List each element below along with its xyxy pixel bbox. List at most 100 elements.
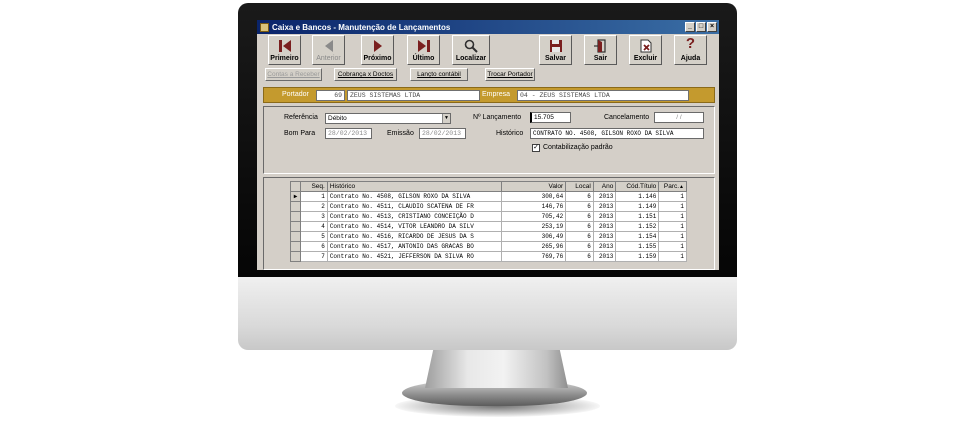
row-indicator-header xyxy=(289,181,302,192)
column-header-cod-titulo[interactable]: Cód.Título xyxy=(615,181,660,192)
cell-parc: 1 xyxy=(658,251,687,262)
lancto-contabil-button[interactable]: Lançto contábil xyxy=(410,68,468,81)
skip-last-icon xyxy=(417,40,430,52)
cell-historico: Contrato No. 4508, GILSON ROXO DA SILVA xyxy=(326,191,502,202)
delete-button[interactable]: Excluir xyxy=(629,35,662,65)
exit-button[interactable]: Sair xyxy=(584,35,617,65)
cell-local: 6 xyxy=(565,251,594,262)
emissao-field[interactable]: 28/02/2013 xyxy=(419,128,466,139)
cell-cod-titulo: 1.155 xyxy=(615,241,660,252)
first-button[interactable]: Primeiro xyxy=(268,35,301,65)
entries-grid-panel: Seq. Histórico Valor Local Ano Cód.Títul… xyxy=(263,177,715,270)
cell-cod-titulo: 1.146 xyxy=(615,191,660,202)
cell-parc: 1 xyxy=(658,191,687,202)
cell-ano: 2013 xyxy=(592,191,617,202)
entries-table[interactable]: Seq. Histórico Valor Local Ano Cód.Títul… xyxy=(289,181,687,262)
find-button-label: Localizar xyxy=(455,55,487,62)
cell-local: 6 xyxy=(565,211,594,222)
cell-valor: 265,96 xyxy=(500,241,567,252)
portador-label: Portador xyxy=(282,91,309,98)
bom-para-field[interactable]: 28/02/2013 xyxy=(325,128,372,139)
column-header-valor[interactable]: Valor xyxy=(500,181,567,192)
row-indicator xyxy=(289,201,302,212)
floppy-disk-icon xyxy=(549,40,562,52)
table-row[interactable]: 5 Contrato No. 4516, RICARDO DE JESUS DA… xyxy=(289,231,687,242)
table-row[interactable]: 7 Contrato No. 4521, JEFFERSON DA SILVA … xyxy=(289,251,687,262)
close-button[interactable]: × xyxy=(707,22,717,32)
cell-cod-titulo: 1.151 xyxy=(615,211,660,222)
cobranca-doctos-button[interactable]: Cobrança x Doctos xyxy=(334,68,397,81)
row-indicator xyxy=(289,221,302,232)
column-header-seq[interactable]: Seq. xyxy=(300,181,328,192)
cell-parc: 1 xyxy=(658,211,687,222)
last-button[interactable]: Último xyxy=(407,35,440,65)
next-button-label: Próximo xyxy=(363,55,392,62)
referencia-select[interactable]: Débito ▼ xyxy=(325,113,451,124)
cell-ano: 2013 xyxy=(592,231,617,242)
monitor-chin xyxy=(238,270,737,350)
cell-historico: Contrato No. 4521, JEFFERSON DA SILVA RO xyxy=(326,251,502,262)
cell-ano: 2013 xyxy=(592,221,617,232)
column-header-parc[interactable]: Parc.▲ xyxy=(658,181,687,192)
maximize-button[interactable]: □ xyxy=(696,22,706,32)
arrow-right-icon xyxy=(373,40,382,52)
window-title: Caixa e Bancos - Manutenção de Lançament… xyxy=(272,22,451,32)
minimize-button[interactable]: _ xyxy=(685,22,695,32)
cell-seq: 7 xyxy=(300,251,328,262)
cell-valor: 300,64 xyxy=(500,191,567,202)
cell-ano: 2013 xyxy=(592,211,617,222)
table-row[interactable]: ▶ 1 Contrato No. 4508, GILSON ROXO DA SI… xyxy=(289,191,687,202)
row-indicator xyxy=(289,241,302,252)
referencia-label: Referência xyxy=(284,114,318,121)
row-indicator xyxy=(289,251,302,262)
lancamento-field[interactable]: 15.705 xyxy=(530,112,571,123)
cell-valor: 769,76 xyxy=(500,251,567,262)
cell-seq: 4 xyxy=(300,221,328,232)
action-links-row: Contas a Receber Cobrança x Doctos Lançt… xyxy=(257,67,719,83)
first-button-label: Primeiro xyxy=(270,55,299,62)
cell-seq: 3 xyxy=(300,211,328,222)
save-button[interactable]: Salvar xyxy=(539,35,572,65)
find-button[interactable]: Localizar xyxy=(452,35,490,65)
contas-receber-button[interactable]: Contas a Receber xyxy=(265,68,322,81)
portador-code-field[interactable]: 69 xyxy=(316,90,345,101)
cell-parc: 1 xyxy=(658,221,687,232)
column-header-ano[interactable]: Ano xyxy=(592,181,617,192)
contabilizacao-checkbox[interactable]: ✓ xyxy=(532,144,540,152)
table-row[interactable]: 6 Contrato No. 4517, ANTONIO DAS GRACAS … xyxy=(289,241,687,252)
sort-ascending-icon: ▲ xyxy=(679,184,684,190)
column-header-local[interactable]: Local xyxy=(565,181,594,192)
cell-local: 6 xyxy=(565,231,594,242)
cell-seq: 5 xyxy=(300,231,328,242)
launch-form-panel: Referência Débito ▼ Nº Lançamento 15.705… xyxy=(263,106,715,174)
help-button[interactable]: ? Ajuda xyxy=(674,35,707,65)
referencia-value: Débito xyxy=(328,115,347,122)
historico-label: Histórico xyxy=(496,130,524,137)
cell-historico: Contrato No. 4511, CLAUDIO SCATENA DE FR xyxy=(326,201,502,212)
cancelamento-label: Cancelamento xyxy=(604,114,650,121)
table-row[interactable]: 3 Contrato No. 4513, CRISTIANO CONCEIÇÃO… xyxy=(289,211,687,222)
cell-historico: Contrato No. 4516, RICARDO DE JESUS DA S xyxy=(326,231,502,242)
row-indicator: ▶ xyxy=(289,191,302,202)
cell-cod-titulo: 1.152 xyxy=(615,221,660,232)
chevron-down-icon[interactable]: ▼ xyxy=(442,114,450,123)
cell-valor: 705,42 xyxy=(500,211,567,222)
historico-field[interactable]: CONTRATO NO. 4508, GILSON ROXO DA SILVA xyxy=(530,128,704,139)
cell-parc: 1 xyxy=(658,241,687,252)
previous-button[interactable]: Anterior xyxy=(312,35,345,65)
table-row[interactable]: 4 Contrato No. 4514, VITOR LEANDRO DA SI… xyxy=(289,221,687,232)
app-window: Caixa e Bancos - Manutenção de Lançament… xyxy=(257,20,719,270)
empresa-field[interactable]: 04 - ZEUS SISTEMAS LTDA xyxy=(517,90,689,101)
table-row[interactable]: 2 Contrato No. 4511, CLAUDIO SCATENA DE … xyxy=(289,201,687,212)
previous-button-label: Anterior xyxy=(316,55,341,62)
next-button[interactable]: Próximo xyxy=(361,35,394,65)
window-titlebar[interactable]: Caixa e Bancos - Manutenção de Lançament… xyxy=(257,20,719,34)
cell-cod-titulo: 1.159 xyxy=(615,251,660,262)
portador-name-field[interactable]: ZEUS SISTEMAS LTDA xyxy=(347,90,480,101)
help-button-label: Ajuda xyxy=(680,55,701,62)
trocar-portador-button[interactable]: Trocar Portador xyxy=(485,68,535,81)
cell-seq: 2 xyxy=(300,201,328,212)
column-header-historico[interactable]: Histórico xyxy=(326,181,502,192)
cancelamento-field[interactable]: / / xyxy=(654,112,704,123)
skip-first-icon xyxy=(278,40,291,52)
